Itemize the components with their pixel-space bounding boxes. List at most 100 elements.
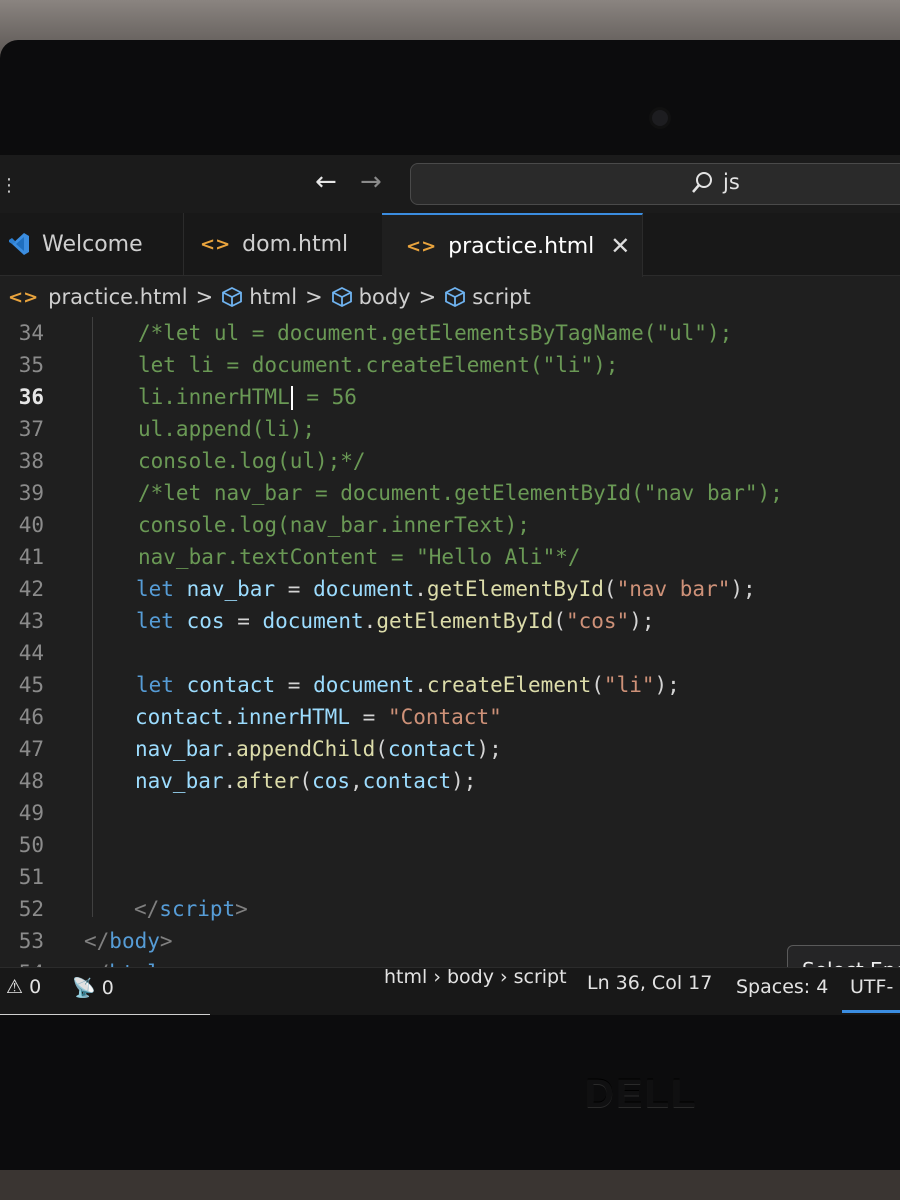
code-line: 40 console.log(nav_bar.innerText); [0, 509, 900, 541]
code-text: nav_bar.textContent = "Hello Ali"*/ [138, 545, 581, 569]
webcam [652, 110, 668, 126]
status-breadcrumb[interactable]: html › body › script [384, 966, 567, 988]
line-number: 43 [18, 609, 44, 633]
status-divider [0, 1014, 210, 1015]
code-text: nav_bar.after(cos,contact); [135, 769, 477, 793]
breadcrumb: <> practice.html > html > body > script [0, 277, 900, 317]
breadcrumb-script[interactable]: script [444, 285, 531, 309]
code-text: </body> [84, 929, 173, 953]
breadcrumb-html[interactable]: html [221, 285, 297, 309]
line-number: 41 [18, 545, 44, 569]
line-number: 52 [18, 897, 44, 921]
status-bar: ⚠ 0 📡 0 html › body › script Ln 36, Col … [0, 966, 900, 1015]
code-text: ul.append(li); [138, 417, 316, 441]
code-line: 38 console.log(ul);*/ [0, 445, 900, 477]
breadcrumb-label: script [472, 285, 531, 309]
code-text: let nav_bar = document.getElementById("n… [136, 577, 756, 601]
code-text: li.innerHTML = 56 [138, 385, 357, 410]
code-line: 34 /*let ul = document.getElementsByTagNa… [0, 317, 900, 349]
code-line: 39 /*let nav_bar = document.getElementByI… [0, 477, 900, 509]
warning-icon: ⚠ [6, 976, 24, 998]
html-file-icon: <> [8, 286, 39, 308]
code-text: /*let nav_bar = document.getElementById(… [138, 481, 783, 505]
breadcrumb-label: practice.html [48, 285, 188, 309]
tab-welcome[interactable]: Welcome [0, 213, 184, 275]
code-line: 45 let contact = document.createElement("… [0, 669, 900, 701]
encoding-focus-indicator [842, 1010, 900, 1013]
line-number: 36 [18, 385, 44, 409]
code-line: 52 </script> [0, 893, 900, 925]
code-line: 48 nav_bar.after(cos,contact); [0, 765, 900, 797]
element-cube-icon [222, 286, 243, 308]
line-number: 39 [18, 481, 44, 505]
menu-icon[interactable]: ⋮ [0, 175, 18, 196]
line-number: 38 [18, 449, 44, 473]
ports-indicator[interactable]: 📡 0 [72, 976, 114, 999]
code-line: 53 </body> [0, 925, 900, 957]
code-line: 43 let cos = document.getElementById("cos… [0, 605, 900, 637]
line-number: 51 [18, 865, 44, 889]
code-line: 35 let li = document.createElement("li"); [0, 349, 900, 381]
code-line-active: 36 li.innerHTML = 56 [0, 381, 900, 413]
tab-dom-html[interactable]: <> dom.html [176, 213, 406, 275]
line-number: 49 [18, 801, 44, 825]
breadcrumb-label: body [358, 285, 411, 309]
code-line: 44 [0, 637, 900, 669]
code-line: 47 nav_bar.appendChild(contact); [0, 733, 900, 765]
line-number: 46 [18, 705, 44, 729]
forward-arrow-icon[interactable]: → [360, 169, 382, 195]
breadcrumb-separator: > [418, 285, 437, 309]
breadcrumb-separator: > [195, 285, 214, 309]
code-text: console.log(ul);*/ [138, 449, 366, 473]
text-cursor [290, 386, 293, 410]
element-cube-icon [331, 286, 352, 308]
editor-tabs: Welcome <> dom.html <> practice.html ✕ [0, 213, 900, 277]
code-text: nav_bar.appendChild(contact); [135, 737, 502, 761]
code-text: console.log(nav_bar.innerText); [138, 513, 530, 537]
code-text: contact.innerHTML = "Contact" [135, 705, 502, 729]
code-editor[interactable]: 34 /*let ul = document.getElementsByTagNa… [0, 317, 900, 969]
html-file-icon: <> [200, 233, 231, 255]
command-center-search[interactable]: js [410, 163, 900, 205]
html-file-icon: <> [406, 235, 437, 257]
tab-practice-html[interactable]: <> practice.html ✕ [382, 213, 643, 277]
line-number: 45 [18, 673, 44, 697]
indentation-setting[interactable]: Spaces: 4 [736, 976, 828, 998]
code-text: /*let ul = document.getElementsByTagName… [138, 321, 733, 345]
line-number: 44 [18, 641, 44, 665]
line-number: 34 [18, 321, 44, 345]
code-line: 50 [0, 829, 900, 861]
tab-label: dom.html [242, 231, 349, 257]
tab-label: Welcome [42, 231, 143, 257]
breadcrumb-body[interactable]: body [331, 285, 411, 309]
problems-indicator[interactable]: ⚠ 0 [6, 976, 41, 998]
warning-count: 0 [29, 976, 42, 998]
line-number: 48 [18, 769, 44, 793]
cursor-position[interactable]: Ln 36, Col 17 [587, 972, 712, 994]
line-number: 35 [18, 353, 44, 377]
line-number: 37 [18, 417, 44, 441]
code-text: </script> [134, 897, 248, 921]
code-line: 46 contact.innerHTML = "Contact" [0, 701, 900, 733]
code-line: 42 let nav_bar = document.getElementById(… [0, 573, 900, 605]
tab-label: practice.html [448, 233, 595, 259]
line-number: 40 [18, 513, 44, 537]
element-cube-icon [445, 286, 466, 308]
search-icon [692, 172, 712, 193]
line-number: 53 [18, 929, 44, 953]
encoding-setting[interactable]: UTF- [850, 976, 893, 998]
line-number: 50 [18, 833, 44, 857]
code-line: 41 nav_bar.textContent = "Hello Ali"*/ [0, 541, 900, 573]
vscode-logo-icon [9, 233, 29, 255]
breadcrumb-file[interactable]: <> practice.html [0, 285, 188, 309]
ports-count: 0 [101, 977, 114, 999]
vscode-window: ⋮ ← → js Welcome <> dom.html <> practice… [0, 155, 900, 1015]
title-bar: ⋮ ← → js [0, 155, 900, 213]
back-arrow-icon[interactable]: ← [315, 169, 337, 195]
dell-logo: DELL [585, 1072, 698, 1116]
line-number: 42 [18, 577, 44, 601]
code-text: let li = document.createElement("li"); [138, 353, 619, 377]
code-line: 49 [0, 797, 900, 829]
close-icon[interactable]: ✕ [610, 232, 630, 260]
line-number: 47 [18, 737, 44, 761]
